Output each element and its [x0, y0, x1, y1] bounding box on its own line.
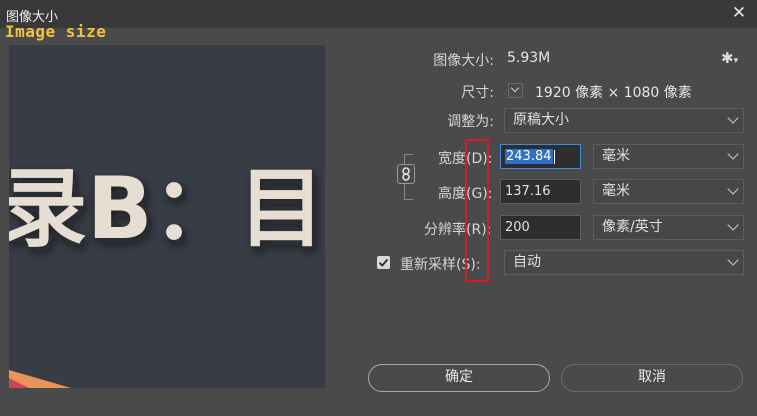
- gear-icon[interactable]: ✱▾: [721, 49, 738, 67]
- constrain-proportions-toggle[interactable]: [397, 164, 415, 184]
- resolution-input[interactable]: 200: [500, 215, 581, 240]
- height-unit-select[interactable]: 毫米: [593, 179, 744, 204]
- image-size-value: 5.93M: [507, 50, 551, 66]
- width-input[interactable]: 243.84: [500, 144, 581, 169]
- chevron-down-icon: [727, 148, 739, 160]
- dimensions-unit-toggle[interactable]: [508, 83, 523, 98]
- image-size-label: 图像大小:: [433, 53, 494, 69]
- overlay-caption: Image size: [5, 22, 107, 41]
- ok-button[interactable]: 确定: [368, 364, 550, 392]
- resample-select[interactable]: 自动: [504, 250, 744, 275]
- preview-graphic: 录B：目录: [9, 45, 325, 388]
- width-unit-select[interactable]: 毫米: [593, 144, 744, 169]
- chevron-down-icon: [510, 83, 520, 93]
- chevron-down-icon: [727, 254, 739, 266]
- chevron-down-icon: [727, 112, 739, 124]
- preview-text: 录B：目录: [9, 159, 325, 259]
- fit-to-select[interactable]: 原稿大小: [504, 108, 744, 133]
- close-icon[interactable]: ✕: [731, 5, 747, 22]
- title-bar: 图像大小 ✕: [0, 0, 757, 28]
- width-value: 243.84: [505, 149, 553, 164]
- dimensions-label: 尺寸:: [461, 85, 494, 101]
- link-icon: [402, 167, 410, 181]
- resample-checkbox[interactable]: [377, 256, 390, 269]
- image-preview[interactable]: 录B：目录: [9, 45, 325, 388]
- width-unit: 毫米: [602, 148, 630, 164]
- fit-to-value: 原稿大小: [513, 112, 569, 128]
- checkmark-icon: [378, 258, 389, 267]
- chevron-down-icon: [727, 183, 739, 195]
- fit-to-label: 调整为:: [447, 114, 494, 130]
- cancel-button[interactable]: 取消: [561, 364, 743, 392]
- height-unit: 毫米: [602, 183, 630, 199]
- chevron-down-icon: [727, 219, 739, 231]
- dimensions-value: 1920 像素 × 1080 像素: [535, 85, 692, 101]
- annotation-highlight: [465, 139, 489, 282]
- resolution-unit-select[interactable]: 像素/英寸: [593, 215, 744, 240]
- height-input[interactable]: 137.16: [500, 179, 581, 204]
- resolution-value: 200: [505, 220, 530, 235]
- height-value: 137.16: [505, 184, 551, 199]
- resolution-unit: 像素/英寸: [602, 219, 663, 235]
- resample-value: 自动: [513, 254, 541, 270]
